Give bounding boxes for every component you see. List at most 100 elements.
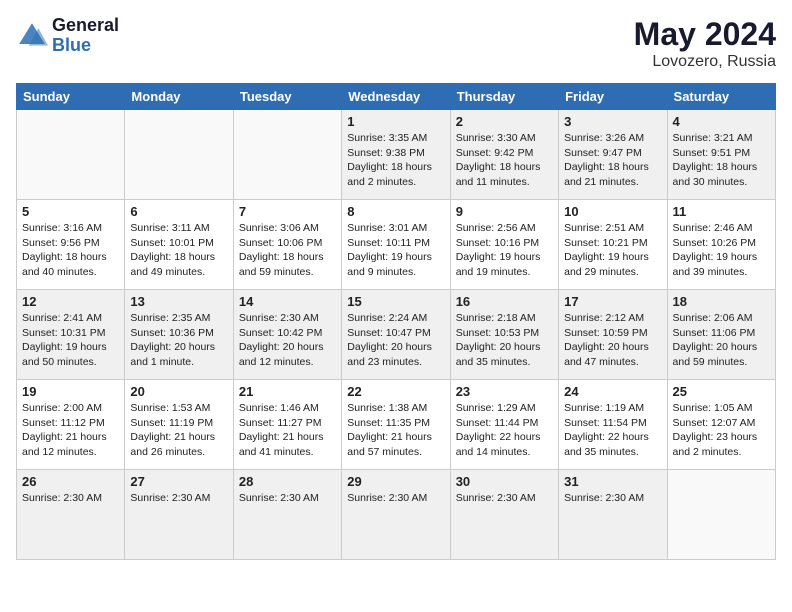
day-info: Sunrise: 2:30 AM (239, 491, 336, 506)
calendar-day-cell: 10 Sunrise: 2:51 AM Sunset: 10:21 PM Dayl… (559, 200, 667, 290)
calendar-day-cell (233, 110, 341, 200)
calendar-day-cell: 26 Sunrise: 2:30 AM (17, 470, 125, 560)
logo-icon (16, 20, 48, 52)
day-info: Sunrise: 3:01 AM Sunset: 10:11 PM Daylig… (347, 221, 444, 280)
day-number: 25 (673, 384, 770, 399)
day-number: 7 (239, 204, 336, 219)
day-info: Sunrise: 2:00 AM Sunset: 11:12 PM Daylig… (22, 401, 119, 460)
calendar-day-cell: 7 Sunrise: 3:06 AM Sunset: 10:06 PM Dayli… (233, 200, 341, 290)
day-of-week-header: Tuesday (233, 84, 341, 110)
day-number: 1 (347, 114, 444, 129)
calendar-week-row: 5Sunrise: 3:16 AM Sunset: 9:56 PM Daylig… (17, 200, 776, 290)
calendar-day-cell: 12 Sunrise: 2:41 AM Sunset: 10:31 PM Dayl… (17, 290, 125, 380)
day-number: 12 (22, 294, 119, 309)
day-info: Sunrise: 2:30 AM (130, 491, 227, 506)
day-number: 19 (22, 384, 119, 399)
calendar-day-cell (125, 110, 233, 200)
calendar-day-cell: 5Sunrise: 3:16 AM Sunset: 9:56 PM Daylig… (17, 200, 125, 290)
calendar-day-cell: 21 Sunrise: 1:46 AM Sunset: 11:27 PM Dayl… (233, 380, 341, 470)
logo: General Blue (16, 16, 119, 56)
day-info: Sunrise: 1:46 AM Sunset: 11:27 PM Daylig… (239, 401, 336, 460)
day-info: Sunrise: 2:35 AM Sunset: 10:36 PM Daylig… (130, 311, 227, 370)
calendar-header-row: SundayMondayTuesdayWednesdayThursdayFrid… (17, 84, 776, 110)
month-year: May 2024 (634, 16, 776, 53)
day-number: 16 (456, 294, 553, 309)
day-of-week-header: Wednesday (342, 84, 450, 110)
calendar-day-cell: 15Sunrise: 2:24 AM Sunset: 10:47 PM Dayl… (342, 290, 450, 380)
day-info: Sunrise: 2:41 AM Sunset: 10:31 PM Daylig… (22, 311, 119, 370)
day-info: Sunrise: 2:30 AM (456, 491, 553, 506)
day-number: 22 (347, 384, 444, 399)
calendar-day-cell: 29 Sunrise: 2:30 AM (342, 470, 450, 560)
day-info: Sunrise: 2:46 AM Sunset: 10:26 PM Daylig… (673, 221, 770, 280)
day-info: Sunrise: 1:29 AM Sunset: 11:44 PM Daylig… (456, 401, 553, 460)
day-info: Sunrise: 1:53 AM Sunset: 11:19 PM Daylig… (130, 401, 227, 460)
calendar-week-row: 12 Sunrise: 2:41 AM Sunset: 10:31 PM Dayl… (17, 290, 776, 380)
day-of-week-header: Saturday (667, 84, 775, 110)
calendar-day-cell: 18Sunrise: 2:06 AM Sunset: 11:06 PM Dayl… (667, 290, 775, 380)
day-info: Sunrise: 2:18 AM Sunset: 10:53 PM Daylig… (456, 311, 553, 370)
page-header: General Blue May 2024 Lovozero, Russia (16, 16, 776, 71)
calendar-day-cell: 19 Sunrise: 2:00 AM Sunset: 11:12 PM Dayl… (17, 380, 125, 470)
day-of-week-header: Friday (559, 84, 667, 110)
day-info: Sunrise: 2:30 AM (347, 491, 444, 506)
day-number: 20 (130, 384, 227, 399)
day-number: 11 (673, 204, 770, 219)
day-info: Sunrise: 2:51 AM Sunset: 10:21 PM Daylig… (564, 221, 661, 280)
day-number: 17 (564, 294, 661, 309)
day-info: Sunrise: 2:24 AM Sunset: 10:47 PM Daylig… (347, 311, 444, 370)
calendar-week-row: 19 Sunrise: 2:00 AM Sunset: 11:12 PM Dayl… (17, 380, 776, 470)
day-info: Sunrise: 3:06 AM Sunset: 10:06 PM Daylig… (239, 221, 336, 280)
day-number: 27 (130, 474, 227, 489)
day-number: 3 (564, 114, 661, 129)
day-of-week-header: Sunday (17, 84, 125, 110)
day-number: 4 (673, 114, 770, 129)
calendar-day-cell: 4 Sunrise: 3:21 AM Sunset: 9:51 PM Daylig… (667, 110, 775, 200)
day-info: Sunrise: 3:16 AM Sunset: 9:56 PM Dayligh… (22, 221, 119, 280)
calendar-day-cell: 30 Sunrise: 2:30 AM (450, 470, 558, 560)
day-info: Sunrise: 2:56 AM Sunset: 10:16 PM Daylig… (456, 221, 553, 280)
calendar-day-cell: 22Sunrise: 1:38 AM Sunset: 11:35 PM Dayl… (342, 380, 450, 470)
calendar-day-cell: 2 Sunrise: 3:30 AM Sunset: 9:42 PM Daylig… (450, 110, 558, 200)
day-info: Sunrise: 2:30 AM (22, 491, 119, 506)
day-of-week-header: Thursday (450, 84, 558, 110)
calendar-day-cell: 6Sunrise: 3:11 AM Sunset: 10:01 PM Dayli… (125, 200, 233, 290)
day-number: 30 (456, 474, 553, 489)
calendar-day-cell: 16 Sunrise: 2:18 AM Sunset: 10:53 PM Dayl… (450, 290, 558, 380)
logo-blue: Blue (52, 36, 119, 56)
day-number: 13 (130, 294, 227, 309)
day-info: Sunrise: 1:05 AM Sunset: 12:07 AM Daylig… (673, 401, 770, 460)
calendar-week-row: 1Sunrise: 3:35 AM Sunset: 9:38 PM Daylig… (17, 110, 776, 200)
day-number: 23 (456, 384, 553, 399)
day-info: Sunrise: 1:19 AM Sunset: 11:54 PM Daylig… (564, 401, 661, 460)
calendar-day-cell: 1Sunrise: 3:35 AM Sunset: 9:38 PM Daylig… (342, 110, 450, 200)
calendar-day-cell: 8 Sunrise: 3:01 AM Sunset: 10:11 PM Dayli… (342, 200, 450, 290)
calendar-day-cell (667, 470, 775, 560)
day-number: 8 (347, 204, 444, 219)
day-number: 18 (673, 294, 770, 309)
day-info: Sunrise: 3:30 AM Sunset: 9:42 PM Dayligh… (456, 131, 553, 190)
day-number: 31 (564, 474, 661, 489)
calendar-week-row: 26 Sunrise: 2:30 AM 27 Sunrise: 2:30 AM 28 Su… (17, 470, 776, 560)
location: Lovozero, Russia (634, 53, 776, 71)
day-number: 29 (347, 474, 444, 489)
day-info: Sunrise: 2:30 AM Sunset: 10:42 PM Daylig… (239, 311, 336, 370)
day-number: 26 (22, 474, 119, 489)
day-info: Sunrise: 3:21 AM Sunset: 9:51 PM Dayligh… (673, 131, 770, 190)
day-number: 2 (456, 114, 553, 129)
day-number: 28 (239, 474, 336, 489)
day-info: Sunrise: 3:11 AM Sunset: 10:01 PM Daylig… (130, 221, 227, 280)
calendar-day-cell: 11 Sunrise: 2:46 AM Sunset: 10:26 PM Dayl… (667, 200, 775, 290)
day-number: 21 (239, 384, 336, 399)
day-info: Sunrise: 3:26 AM Sunset: 9:47 PM Dayligh… (564, 131, 661, 190)
day-of-week-header: Monday (125, 84, 233, 110)
day-number: 10 (564, 204, 661, 219)
logo-general: General (52, 16, 119, 36)
calendar-day-cell: 27 Sunrise: 2:30 AM (125, 470, 233, 560)
day-info: Sunrise: 2:12 AM Sunset: 10:59 PM Daylig… (564, 311, 661, 370)
calendar-day-cell: 28 Sunrise: 2:30 AM (233, 470, 341, 560)
calendar-day-cell: 25 Sunrise: 1:05 AM Sunset: 12:07 AM Dayl… (667, 380, 775, 470)
title-section: May 2024 Lovozero, Russia (634, 16, 776, 71)
calendar-day-cell: 17 Sunrise: 2:12 AM Sunset: 10:59 PM Dayl… (559, 290, 667, 380)
calendar-day-cell: 3 Sunrise: 3:26 AM Sunset: 9:47 PM Daylig… (559, 110, 667, 200)
